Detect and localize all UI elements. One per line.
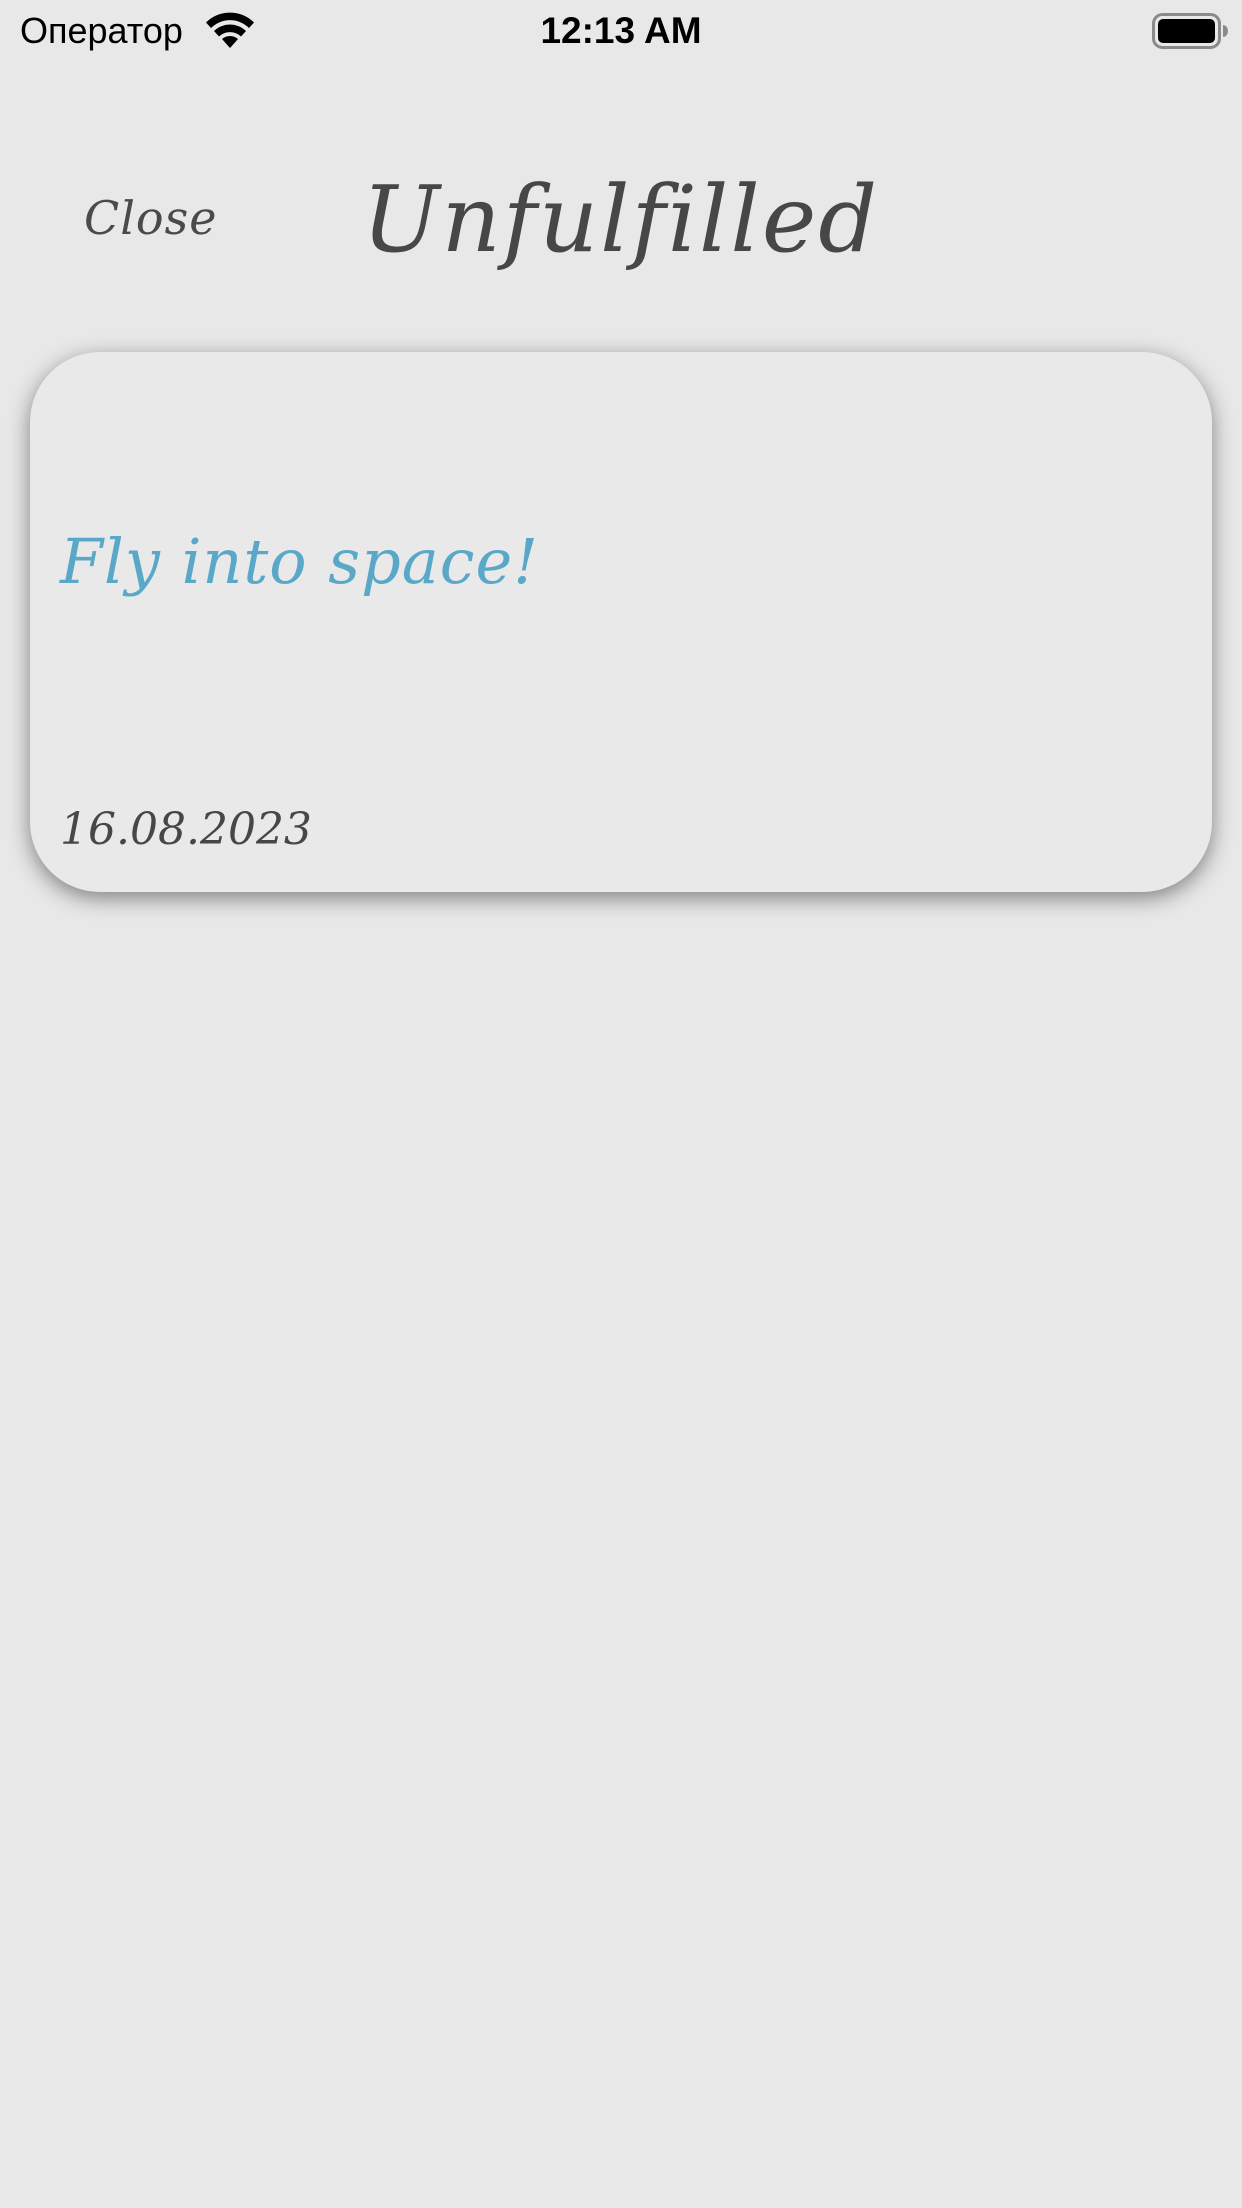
screen: Оператор 12:13 AM Close Unfulfilled Fly … [0,0,1242,2208]
wish-date: 16.08.2023 [60,804,312,855]
clock: 12:13 AM [540,10,702,51]
page-title: Unfulfilled [362,166,880,273]
battery-icon [1152,13,1228,49]
wish-title: Fly into space! [60,525,540,598]
status-bar: Оператор 12:13 AM [0,0,1242,62]
wish-card[interactable]: Fly into space! 16.08.2023 [30,352,1212,892]
close-button[interactable]: Close [84,188,217,248]
